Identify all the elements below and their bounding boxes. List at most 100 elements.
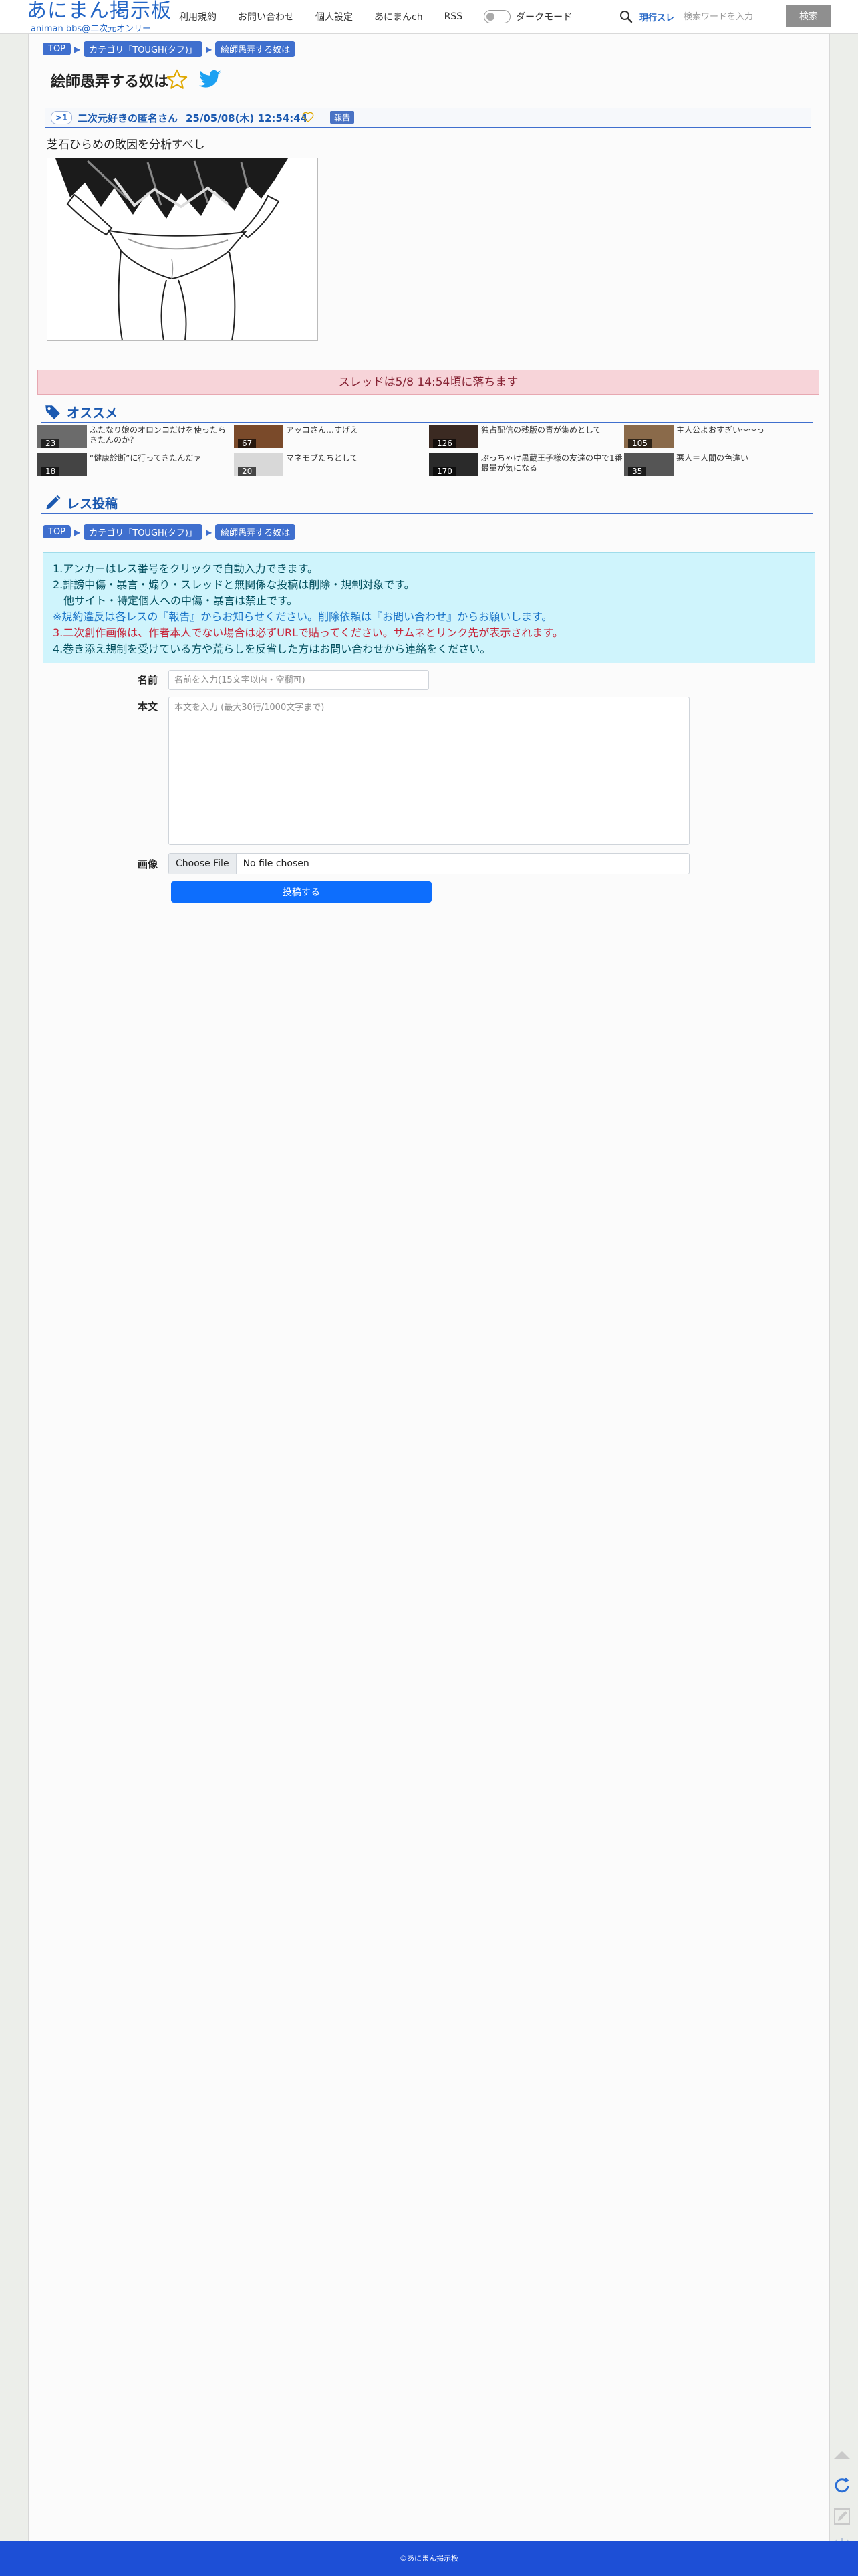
recommend-item[interactable]: 105 主人公よおすぎい〜〜っ <box>624 425 818 448</box>
dark-mode-toggle[interactable]: ダークモード <box>484 10 572 23</box>
recommend-thumbnail: 35 <box>624 453 674 476</box>
recommend-section-header: オススメ <box>41 402 813 423</box>
heart-icon[interactable] <box>302 111 314 123</box>
dark-mode-label: ダークモード <box>516 12 573 23</box>
recommend-item[interactable]: 18 “健康診断”に行ってきたんだァ <box>37 453 231 476</box>
edit-icon[interactable] <box>829 2503 855 2530</box>
image-file-input[interactable]: Choose File No file chosen <box>168 853 690 874</box>
search-input[interactable] <box>682 8 785 25</box>
breadcrumb-top[interactable]: TOP <box>43 43 72 55</box>
copyright: ©あにまん掲示板 <box>400 2554 458 2563</box>
recommend-thumbnail: 170 <box>429 453 478 476</box>
comment-count: 23 <box>41 439 60 448</box>
recommend-thumbnail: 20 <box>234 453 283 476</box>
recommend-thumbnail: 126 <box>429 425 478 448</box>
nav-rss[interactable]: RSS <box>444 11 463 22</box>
rule-line: 他サイト・特定個人への中傷・暴言は禁止です。 <box>63 594 298 607</box>
nav-contact[interactable]: お問い合わせ <box>238 10 294 23</box>
nav-terms[interactable]: 利用規約 <box>179 10 217 23</box>
post-date: 25/05/08(木) 12:54:44 <box>186 112 308 124</box>
dark-mode-switch[interactable] <box>484 10 511 23</box>
comment-count: 67 <box>238 439 257 448</box>
pencil-icon <box>46 495 61 509</box>
rule-line[interactable]: ※規約違反は各レスの『報告』からお知らせください。削除依頼は『お問い合わせ』から… <box>53 609 805 625</box>
posting-rules: 1.アンカーはレス番号をクリックで自動入力できます。 2.誹謗中傷・暴言・煽り・… <box>43 552 815 663</box>
main-nav: 利用規約 お問い合わせ 個人設定 あにまんch RSS ダークモード <box>179 0 572 33</box>
rule-line: 2.誹謗中傷・暴言・煽り・スレッドと無関係な投稿は削除・規制対象です。 <box>53 578 415 591</box>
body-label: 本文 <box>138 701 158 713</box>
breadcrumb-separator: ▶ <box>74 44 81 54</box>
recommend-thumbnail: 105 <box>624 425 674 448</box>
recommend-item[interactable]: 20 マネモブたちとして <box>234 453 428 476</box>
logo-sub-text: animan bbs@二次元オンリー <box>31 24 152 34</box>
recommend-title: アッコさん…すげえ <box>286 425 359 435</box>
recommend-title: ふたなり娘のオロンコだけを使ったら きたんのか？ <box>90 425 227 445</box>
site-footer: ©あにまん掲示板 <box>0 2541 858 2576</box>
post-body: 芝石ひらめの敗因を分析すべし <box>47 138 205 152</box>
recommend-title: ぶっちゃけ黒蔵王子様の友達の中で1番 最量が気になる <box>481 453 623 473</box>
image-label: 画像 <box>138 858 158 870</box>
recommend-item[interactable]: 35 悪人＝人間の色違い <box>624 453 818 476</box>
body-textarea[interactable] <box>168 697 690 845</box>
comment-count: 126 <box>433 439 456 448</box>
search-button[interactable]: 検索 <box>786 5 831 27</box>
logo-main-text: あにまん掲示板 <box>27 0 172 23</box>
tag-icon <box>45 405 60 419</box>
breadcrumb-top[interactable]: TOP <box>43 525 72 538</box>
site-logo[interactable]: あにまん掲示板 animan bbs@二次元オンリー <box>27 0 171 34</box>
post-image[interactable] <box>47 158 318 341</box>
recommend-heading: オススメ <box>67 406 118 421</box>
reload-icon[interactable] <box>829 2472 855 2499</box>
star-icon[interactable] <box>166 68 188 91</box>
name-label: 名前 <box>138 674 158 686</box>
twitter-bird-icon[interactable] <box>199 70 222 90</box>
search-scope[interactable]: 現行スレ <box>639 11 674 23</box>
submit-button[interactable]: 投稿する <box>171 881 432 903</box>
comment-count: 105 <box>628 439 652 448</box>
name-input[interactable] <box>168 670 429 690</box>
recommend-title: “健康診断”に行ってきたんだァ <box>90 453 202 463</box>
rule-line: 1.アンカーはレス番号をクリックで自動入力できます。 <box>53 562 319 575</box>
recommend-title: マネモブたちとして <box>286 453 358 463</box>
recommend-title: 独占配信の残版の青が集めとして <box>481 425 601 435</box>
file-status: No file chosen <box>243 858 309 869</box>
post-number[interactable]: >1 <box>51 111 73 124</box>
post-header: >1 二次元好きの匿名さん 25/05/08(木) 12:54:44 報告 <box>45 108 811 128</box>
recommend-item[interactable]: 23 ふたなり娘のオロンコだけを使ったら きたんのか？ <box>37 425 231 448</box>
breadcrumb-current[interactable]: 絵師愚弄する奴は <box>215 41 296 57</box>
breadcrumb-current[interactable]: 絵師愚弄する奴は <box>215 524 296 540</box>
recommend-title: 悪人＝人間の色違い <box>676 453 749 463</box>
site-header: あにまん掲示板 animan bbs@二次元オンリー 利用規約 お問い合わせ 個… <box>0 0 858 34</box>
comment-count: 35 <box>628 467 647 476</box>
comment-count: 20 <box>238 467 257 476</box>
recommend-item[interactable]: 170 ぶっちゃけ黒蔵王子様の友達の中で1番 最量が気になる <box>429 453 623 476</box>
recommend-item[interactable]: 67 アッコさん…すげえ <box>234 425 428 448</box>
recommend-title: 主人公よおすぎい〜〜っ <box>676 425 765 435</box>
recommend-thumbnail: 67 <box>234 425 283 448</box>
search-box: 現行スレ <box>615 5 786 27</box>
post-author: 二次元好きの匿名さん <box>78 112 178 124</box>
breadcrumb-separator: ▶ <box>205 527 212 537</box>
reply-section-header: レス投稿 <box>41 493 813 514</box>
report-button[interactable]: 報告 <box>330 111 355 124</box>
breadcrumb-separator: ▶ <box>205 44 212 54</box>
reply-heading: レス投稿 <box>67 497 118 511</box>
page-title: 絵師愚弄する奴は <box>51 74 169 90</box>
recommend-item[interactable]: 126 独占配信の残版の青が集めとして <box>429 425 623 448</box>
rule-line: 3.二次創作画像は、作者本人でない場合は必ずURLで貼ってください。サムネとリン… <box>53 626 563 639</box>
breadcrumb-category[interactable]: カテゴリ「TOUGH(タフ)」 <box>84 41 202 57</box>
nav-animanch[interactable]: あにまんch <box>374 10 423 23</box>
breadcrumb: TOP ▶ カテゴリ「TOUGH(タフ)」 ▶ 絵師愚弄する奴は <box>43 41 296 57</box>
nav-settings[interactable]: 個人設定 <box>315 10 353 23</box>
breadcrumb: TOP ▶ カテゴリ「TOUGH(タフ)」 ▶ 絵師愚弄する奴は <box>43 524 296 540</box>
recommend-thumbnail: 23 <box>37 425 87 448</box>
recommend-thumbnail: 18 <box>37 453 87 476</box>
breadcrumb-category[interactable]: カテゴリ「TOUGH(タフ)」 <box>84 524 202 540</box>
manga-illustration <box>47 158 317 341</box>
comment-count: 170 <box>433 467 456 476</box>
rule-line: 4.巻き添え規制を受けている方や荒らしを反省した方はお問い合わせから連絡をくださ… <box>53 642 491 655</box>
scroll-top-icon[interactable] <box>829 2442 855 2468</box>
choose-file-button[interactable]: Choose File <box>169 854 237 874</box>
thread-expiry-notice: スレッドは5/8 14:54頃に落ちます <box>37 370 819 395</box>
search-icon <box>620 11 633 23</box>
